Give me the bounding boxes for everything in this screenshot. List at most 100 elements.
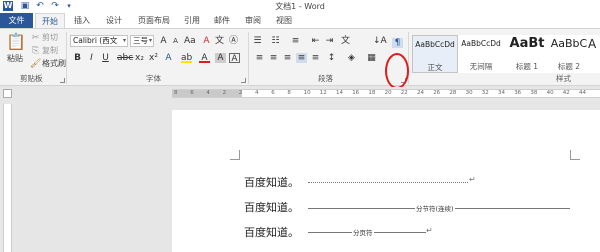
distributed-icon[interactable]: ≡ — [310, 53, 321, 63]
format-painter-icon[interactable]: 🖌 — [30, 59, 41, 69]
text-effects-icon[interactable]: A — [163, 53, 174, 63]
paste-icon[interactable]: 📋 — [6, 33, 26, 51]
document-line-1[interactable]: 百度知道。 — [244, 174, 299, 190]
font-color-icon[interactable]: A — [199, 53, 210, 63]
chevron-down-icon: ▾ — [148, 37, 152, 44]
paste-button[interactable]: 粘贴 — [7, 54, 23, 64]
tab-layout[interactable]: 页面布局 — [134, 13, 174, 28]
style-name: 无间隔 — [469, 62, 493, 71]
font-group-label: 字体 — [146, 74, 161, 83]
superscript-icon[interactable]: x² — [148, 53, 159, 63]
multilevel-list-icon[interactable]: ≡ — [290, 36, 301, 46]
ruler-tick-label: 32 — [481, 90, 489, 96]
style-heading-1[interactable]: AaBt 标题 1 — [504, 35, 550, 73]
style-sample: AaBbCcDd — [415, 40, 455, 49]
horizontal-ruler[interactable]: 8 6 4 2 2 4 6 8 10 12 14 16 18 20 22 24 26 28 30 32 34 36 38 40… — [172, 89, 600, 98]
style-sample: A — [588, 37, 597, 51]
font-name-dropdown[interactable]: Calibri (西文 ▾ — [70, 35, 128, 47]
tab-design[interactable]: 设计 — [102, 13, 126, 28]
page-break-label: 分页符 — [352, 227, 374, 237]
format-painter-button[interactable]: 格式刷 — [42, 59, 66, 69]
show-marks-icon[interactable]: ¶ — [392, 38, 403, 48]
document-line-2[interactable]: 百度知道。 — [244, 199, 299, 215]
strikethrough-icon[interactable]: abc — [117, 53, 133, 63]
phonetic-guide-icon[interactable]: 文 — [214, 36, 225, 46]
ruler-tick-label: 8 — [174, 90, 178, 96]
copy-icon[interactable]: ⎘ — [30, 46, 41, 56]
ruler-tick-label: 22 — [400, 90, 408, 96]
document-line-3[interactable]: 百度知道。 — [244, 224, 299, 240]
document-page[interactable]: 百度知道。 ↵ 百度知道。 分节符(连续) 百度知道。 分页符 ↵ — [172, 110, 600, 252]
char-shading-icon[interactable]: A — [215, 53, 226, 63]
justify-icon[interactable]: ≡ — [296, 53, 307, 63]
ruler-tick-label: 12 — [319, 90, 327, 96]
shading-icon[interactable]: ◈ — [346, 53, 357, 63]
style-normal[interactable]: AaBbCcDd 正文 — [412, 35, 458, 73]
annotation-circle — [385, 53, 409, 89]
font-launcher-icon[interactable] — [241, 78, 246, 83]
decrease-indent-icon[interactable]: ⇤ — [310, 36, 321, 46]
grow-font-icon[interactable]: A — [158, 36, 169, 46]
char-border-icon[interactable]: A — [229, 53, 240, 64]
sort-icon[interactable]: ↓A — [373, 36, 387, 46]
cut-button[interactable]: 剪切 — [42, 33, 58, 43]
style-name: 标题 2 — [557, 62, 581, 71]
ruler-tick-label: 20 — [384, 90, 392, 96]
ruler-tick-label: 10 — [303, 90, 311, 96]
group-divider — [66, 32, 67, 84]
ruler-tick-label: 40 — [546, 90, 554, 96]
tab-mailings[interactable]: 邮件 — [210, 13, 234, 28]
italic-icon[interactable]: I — [86, 53, 97, 63]
shrink-font-icon[interactable]: A — [170, 36, 181, 46]
align-center-icon[interactable]: ≡ — [268, 53, 279, 63]
paragraph-group-label: 段落 — [318, 74, 333, 83]
chinese-layout-icon[interactable]: 文 — [340, 36, 351, 46]
ruler-tick-label: 8 — [287, 90, 291, 96]
clear-format-icon[interactable]: A — [201, 36, 212, 46]
tab-review[interactable]: 审阅 — [241, 13, 265, 28]
tab-file[interactable]: 文件 — [0, 13, 33, 28]
bullets-icon[interactable]: ☰ — [252, 36, 263, 46]
numbering-icon[interactable]: ☷ — [270, 36, 281, 46]
ruler-tick-label: 18 — [368, 90, 376, 96]
align-right-icon[interactable]: ≡ — [282, 53, 293, 63]
paragraph-mark: ↵ — [426, 226, 433, 235]
tab-view[interactable]: 视图 — [272, 13, 296, 28]
style-sample: AaBt — [509, 36, 545, 51]
style-sample: AaBbCcDd — [461, 39, 501, 48]
change-case-icon[interactable]: Aa — [184, 36, 196, 46]
clipboard-launcher-icon[interactable] — [60, 78, 65, 83]
tab-insert[interactable]: 插入 — [70, 13, 94, 28]
title-bar: W ▣ ↶ ↷ ▾ 文档1 - Word — [0, 0, 600, 13]
bold-icon[interactable]: B — [72, 53, 83, 63]
style-heading-2[interactable]: AaBbC 标题 2 — [550, 35, 588, 73]
font-size-dropdown[interactable]: 三号 ▾ — [130, 35, 154, 47]
underline-icon[interactable]: U — [100, 53, 111, 63]
chevron-down-icon: ▾ — [122, 37, 126, 44]
ruler-tick-label: 14 — [336, 90, 343, 96]
tab-references[interactable]: 引用 — [180, 13, 204, 28]
line-spacing-icon[interactable]: ↕ — [326, 53, 337, 63]
subscript-icon[interactable]: x₂ — [134, 53, 145, 63]
enclose-char-icon[interactable]: Ⓐ — [228, 36, 239, 46]
borders-icon[interactable]: ▦ — [366, 53, 377, 63]
copy-button[interactable]: 复制 — [42, 46, 58, 56]
ruler-tick-label: 16 — [352, 90, 360, 96]
style-no-spacing[interactable]: AaBbCcDd 无间隔 — [458, 35, 504, 73]
increase-indent-icon[interactable]: ⇥ — [324, 36, 335, 46]
ruler-tick-label: 4 — [255, 90, 259, 96]
tab-leader — [308, 182, 468, 183]
tab-home[interactable]: 开始 — [35, 13, 65, 29]
ruler-tick-label: 34 — [498, 90, 505, 96]
tab-selector-icon[interactable] — [3, 89, 12, 98]
cut-icon[interactable]: ✂ — [30, 33, 41, 43]
font-name-value: Calibri (西文 — [73, 36, 118, 45]
ruler-tick-label: 6 — [190, 90, 194, 96]
ruler-tick-label: 42 — [562, 90, 570, 96]
align-left-icon[interactable]: ≡ — [254, 53, 265, 63]
ruler-tick-label: 36 — [514, 90, 522, 96]
style-name: 标题 1 — [515, 62, 539, 71]
vertical-ruler[interactable] — [3, 104, 12, 252]
highlight-icon[interactable]: ab — [181, 53, 192, 63]
style-more[interactable]: A — [588, 35, 600, 73]
